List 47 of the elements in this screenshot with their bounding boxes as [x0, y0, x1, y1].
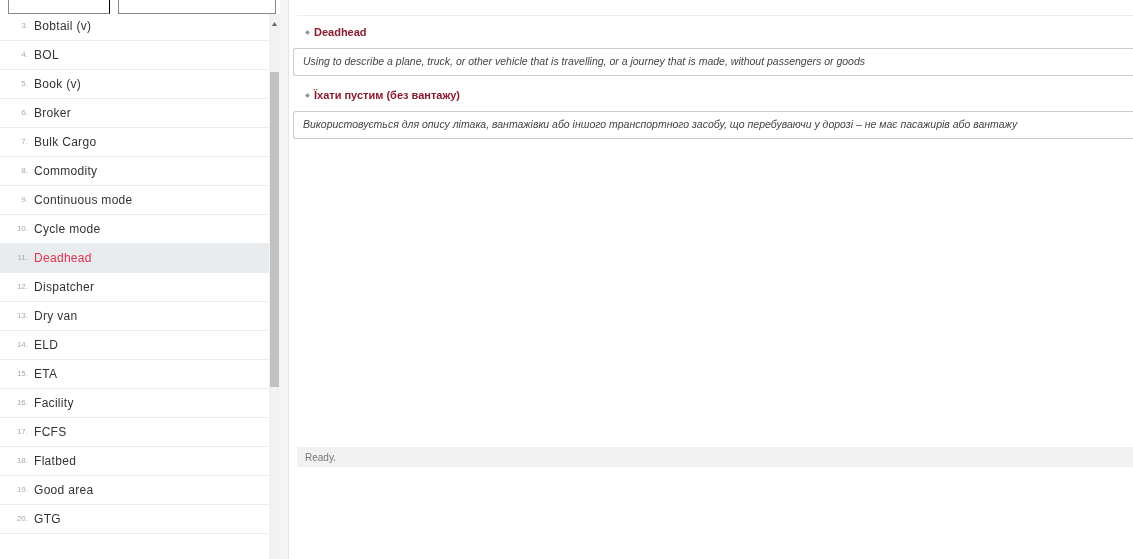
item-number: 3. — [20, 20, 28, 32]
term-text: ETA — [34, 366, 58, 383]
term-text: Facility — [34, 395, 74, 412]
scroll-up-icon[interactable] — [272, 22, 277, 26]
term-text: BOL — [34, 47, 59, 64]
item-number: 14. — [16, 339, 28, 351]
status-text: Ready. — [305, 450, 336, 465]
item-number: 12. — [16, 281, 28, 293]
item-number: 6. — [20, 107, 28, 119]
item-number: 4. — [20, 49, 28, 61]
term-text: Bulk Cargo — [34, 134, 97, 151]
term-text: Flatbed — [34, 453, 77, 470]
term-text: FCFS — [34, 424, 67, 441]
item-number: 16. — [16, 397, 28, 409]
term-text: Broker — [34, 105, 72, 122]
item-number: 5. — [20, 78, 28, 90]
item-number: 10. — [16, 223, 28, 235]
term-text: Deadhead — [34, 250, 92, 267]
term-text: Book (v) — [34, 76, 82, 93]
item-number: 13. — [16, 310, 28, 322]
item-number: 17. — [16, 426, 28, 438]
item-number: 19. — [16, 484, 28, 496]
bullet-icon — [305, 29, 310, 35]
item-number: 15. — [16, 368, 28, 380]
entry-heading: Їхати пустим (без вантажу) — [314, 87, 460, 103]
term-text: Cycle mode — [34, 221, 101, 238]
item-number: 11. — [16, 252, 28, 264]
term-text: ELD — [34, 337, 59, 354]
term-text: Dispatcher — [34, 279, 95, 296]
item-number: 20. — [16, 513, 28, 525]
item-number: 9. — [20, 194, 28, 206]
item-number: 7. — [20, 136, 28, 148]
scroll-thumb[interactable] — [270, 72, 279, 387]
term-text: Bobtail (v) — [34, 18, 92, 35]
term-text: Continuous mode — [34, 192, 133, 209]
term-text: Dry van — [34, 308, 78, 325]
item-number: 8. — [20, 165, 28, 177]
bullet-icon — [305, 92, 310, 98]
term-text: Good area — [34, 482, 94, 499]
term-text: GTG — [34, 511, 61, 528]
scrollbar[interactable] — [269, 14, 280, 559]
item-number: 18. — [16, 455, 28, 467]
entry-heading: Deadhead — [314, 24, 367, 40]
definition-box: Using to describe a plane, truck, or other vehicle that is travelling, or a journey that is made, without passengers or goods — [293, 48, 1133, 76]
term-item[interactable]: 11. Deadhead — [0, 244, 269, 273]
definition-box: Використовується для опису літака, вантажівки або іншого транспортного засобу, що перебуваючи у дорозі – не має пасажирів або вантажу — [293, 111, 1133, 139]
term-text: Commodity — [34, 163, 98, 180]
